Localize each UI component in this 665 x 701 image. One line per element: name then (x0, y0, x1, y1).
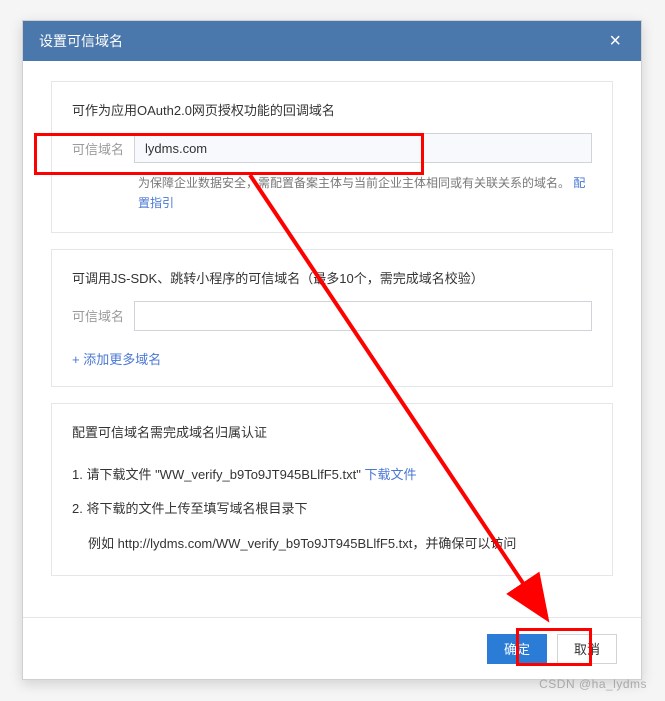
verify-step-2-sub: 例如 http://lydms.com/WW_verify_b9To9JT945… (88, 532, 592, 557)
modal-body: 可作为应用OAuth2.0网页授权功能的回调域名 可信域名 为保障企业数据安全，… (23, 61, 641, 617)
confirm-button[interactable]: 确定 (487, 634, 547, 664)
verify-section-title: 配置可信域名需完成域名归属认证 (72, 422, 592, 441)
verify-step-2: 2. 将下载的文件上传至填写域名根目录下 (72, 497, 592, 522)
cancel-button[interactable]: 取消 (557, 634, 617, 664)
oauth-help-prefix: 为保障企业数据安全，需配置备案主体与当前企业主体相同或有关联关系的域名。 (138, 176, 570, 190)
jssdk-domain-input[interactable] (134, 301, 592, 331)
add-more-domain-link[interactable]: + 添加更多域名 (72, 349, 161, 368)
oauth-domain-input[interactable] (134, 133, 592, 163)
jssdk-section-title: 可调用JS-SDK、跳转小程序的可信域名（最多10个，需完成域名校验） (72, 268, 592, 287)
modal-header: 设置可信域名 × (23, 21, 641, 61)
jssdk-domain-field-row: 可信域名 (72, 301, 592, 331)
jssdk-domain-label: 可信域名 (72, 306, 124, 325)
verify-step-1: 1. 请下载文件 "WW_verify_b9To9JT945BLlfF5.txt… (72, 463, 592, 488)
modal-footer: 确定 取消 (23, 617, 641, 679)
oauth-domain-field-row: 可信域名 (72, 133, 592, 163)
close-icon[interactable]: × (605, 27, 625, 55)
verify-step1-text: 1. 请下载文件 "WW_verify_b9To9JT945BLlfF5.txt… (72, 467, 364, 482)
modal-title: 设置可信域名 (39, 31, 123, 51)
download-file-link[interactable]: 下载文件 (364, 467, 416, 482)
oauth-domain-label: 可信域名 (72, 139, 124, 158)
oauth-callback-section: 可作为应用OAuth2.0网页授权功能的回调域名 可信域名 为保障企业数据安全，… (51, 81, 613, 233)
oauth-help-text: 为保障企业数据安全，需配置备案主体与当前企业主体相同或有关联关系的域名。 配置指… (138, 173, 592, 214)
oauth-section-title: 可作为应用OAuth2.0网页授权功能的回调域名 (72, 100, 592, 119)
verify-section: 配置可信域名需完成域名归属认证 1. 请下载文件 "WW_verify_b9To… (51, 403, 613, 576)
watermark-text: CSDN @ha_lydms (539, 677, 647, 691)
trusted-domain-modal: 设置可信域名 × 可作为应用OAuth2.0网页授权功能的回调域名 可信域名 为… (22, 20, 642, 680)
jssdk-section: 可调用JS-SDK、跳转小程序的可信域名（最多10个，需完成域名校验） 可信域名… (51, 249, 613, 387)
